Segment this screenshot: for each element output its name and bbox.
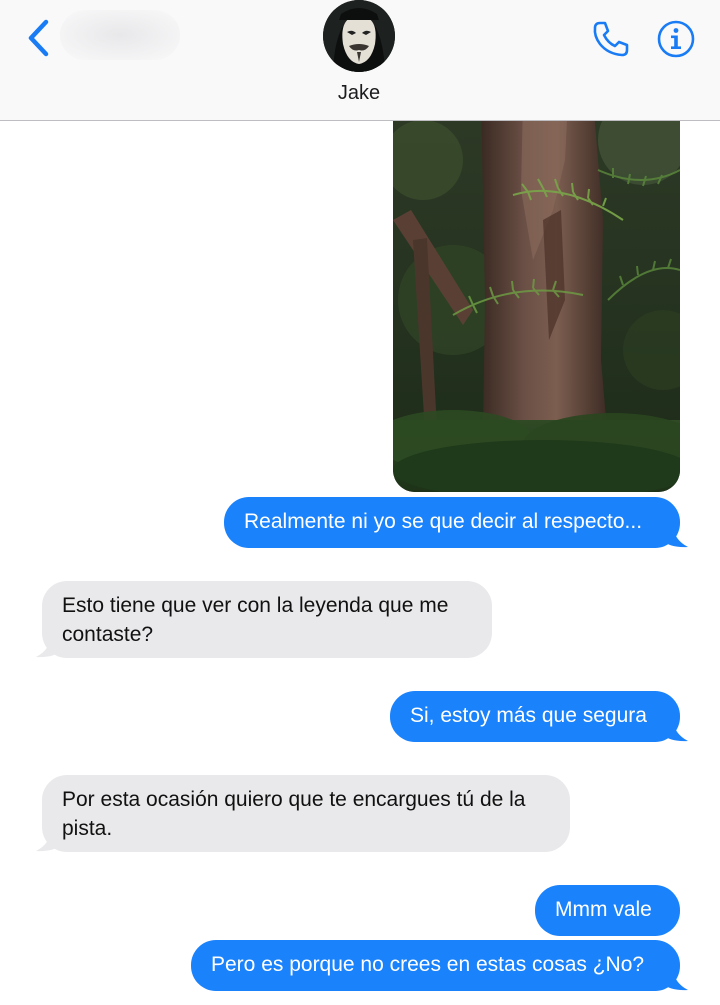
- message-text: Si, estoy más que segura: [410, 704, 647, 727]
- sent-message[interactable]: Realmente ni yo se que decir al respecto…: [224, 497, 680, 548]
- sent-message[interactable]: Pero es porque no crees en estas cosas ¿…: [191, 940, 680, 991]
- received-message[interactable]: Por esta ocasión quiero que te encargues…: [42, 775, 570, 852]
- contact-name[interactable]: Jake: [300, 82, 418, 105]
- info-icon: [657, 20, 695, 58]
- forest-photo: [393, 100, 680, 492]
- sent-bubble-tail: [662, 718, 688, 742]
- sent-message[interactable]: Mmm vale: [535, 885, 680, 936]
- received-message[interactable]: Esto tiene que ver con la leyenda que me…: [42, 581, 492, 658]
- info-button[interactable]: [655, 18, 697, 60]
- message-text: Esto tiene que ver con la leyenda que me…: [62, 594, 449, 646]
- conversation-screen: Jake Realmente ni yo se que decir al res…: [0, 0, 720, 1005]
- photo-message[interactable]: [393, 100, 680, 492]
- blurred-area: [60, 10, 180, 60]
- back-button[interactable]: [18, 16, 58, 60]
- sent-bubble-tail: [662, 524, 688, 548]
- message-text: Mmm vale: [555, 898, 652, 921]
- received-bubble-tail: [36, 828, 62, 852]
- sent-bubble-tail: [662, 967, 688, 991]
- message-text: Pero es porque no crees en estas cosas ¿…: [211, 953, 645, 976]
- received-bubble-tail: [36, 634, 62, 658]
- sent-message[interactable]: Si, estoy más que segura: [390, 691, 680, 742]
- call-button[interactable]: [590, 18, 632, 60]
- conversation-header: Jake: [0, 0, 720, 121]
- message-text: Realmente ni yo se que decir al respecto…: [244, 510, 643, 533]
- avatar[interactable]: [323, 0, 395, 72]
- phone-icon: [593, 21, 629, 57]
- message-text: Por esta ocasión quiero que te encargues…: [62, 788, 526, 840]
- chevron-left-icon: [28, 19, 49, 57]
- anonymous-mask-icon: [323, 0, 395, 72]
